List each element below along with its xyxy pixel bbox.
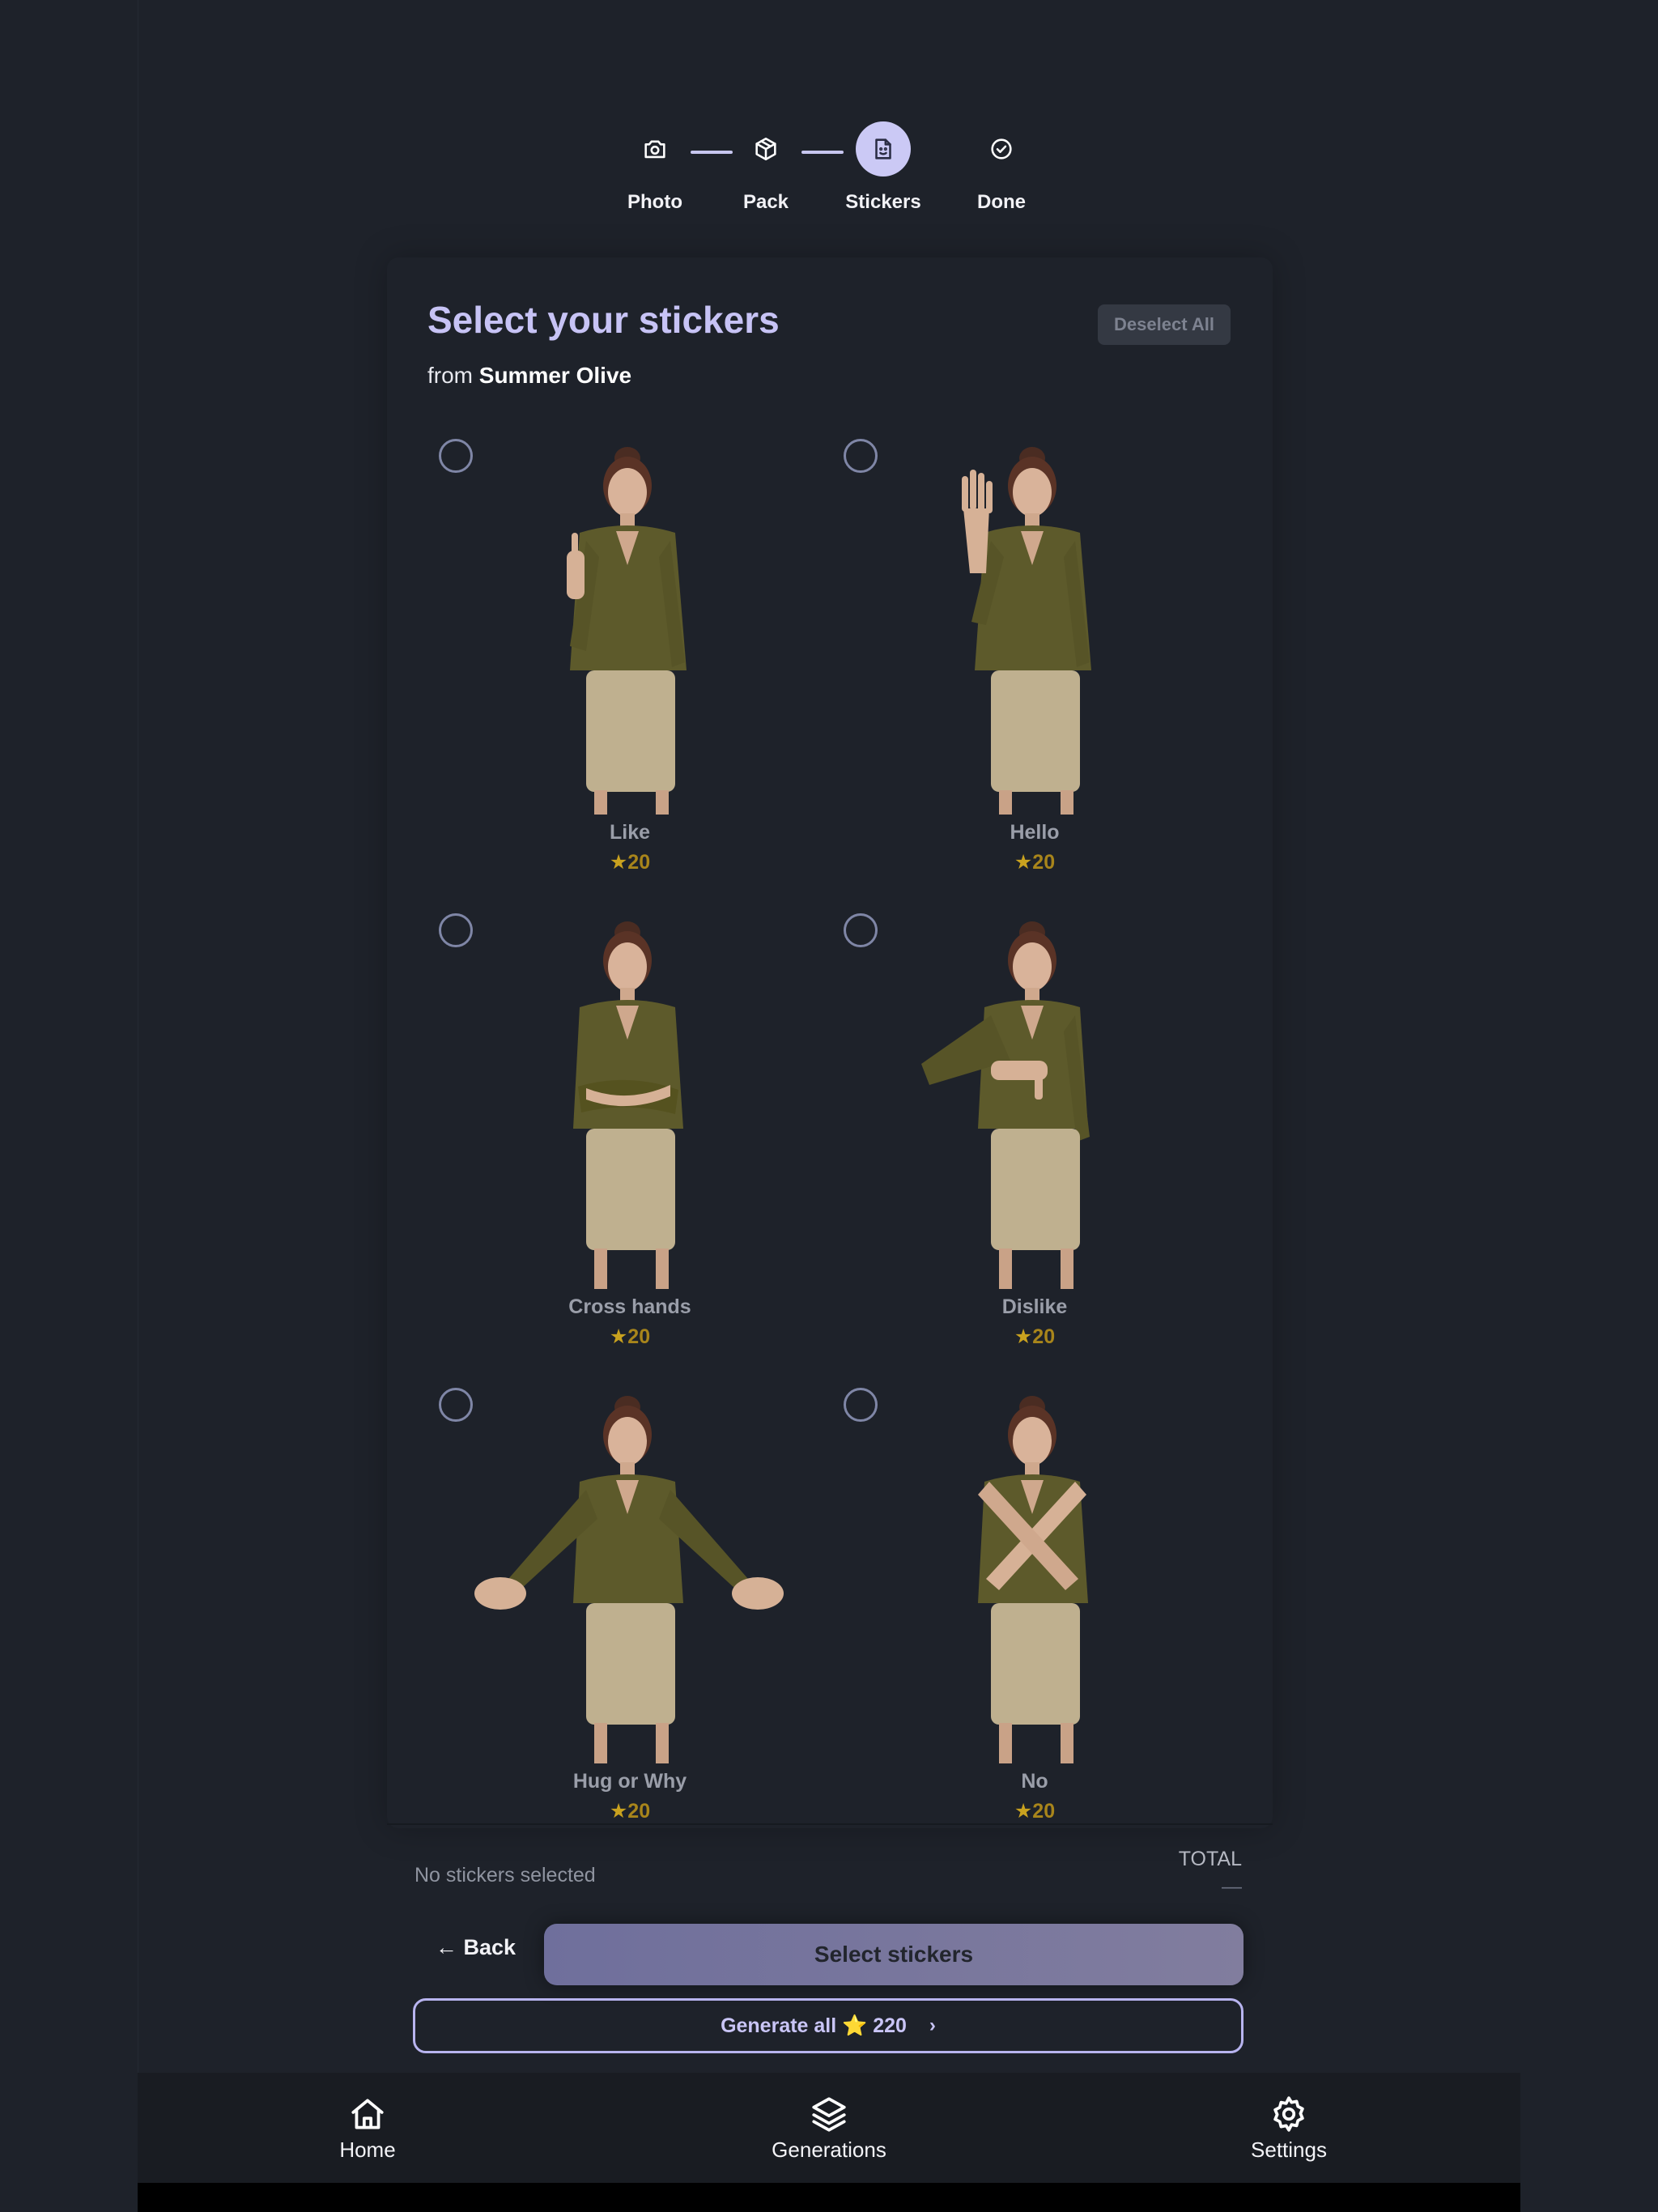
select-radio[interactable]	[844, 913, 878, 947]
star-icon: ★	[609, 1800, 628, 1823]
select-radio[interactable]	[844, 439, 878, 473]
nav-label: Settings	[1251, 2138, 1327, 2162]
sticker-price: ★20	[427, 1325, 832, 1349]
price-value: 20	[1032, 851, 1056, 874]
step-pack: Pack	[701, 121, 831, 214]
select-stickers-button[interactable]: Select stickers	[544, 1924, 1244, 1985]
generate-all-label: Generate all ⭐ 220	[721, 2014, 907, 2037]
camera-icon	[627, 121, 682, 177]
sticker-item[interactable]: Hello ★20	[832, 428, 1237, 881]
layers-icon	[812, 2097, 846, 2132]
step-label: Done	[977, 191, 1026, 213]
star-icon: ★	[1014, 851, 1033, 874]
select-radio[interactable]	[439, 439, 473, 473]
check-circle-icon	[974, 121, 1029, 177]
sticker-icon	[856, 121, 911, 177]
nav-label: Generations	[772, 2138, 886, 2162]
select-radio[interactable]	[439, 1388, 473, 1422]
price-value: 20	[1032, 1325, 1056, 1348]
sticker-image	[427, 902, 832, 1291]
sticker-price: ★20	[832, 1799, 1237, 1823]
select-radio[interactable]	[439, 913, 473, 947]
pack-subtitle: from Summer Olive	[427, 363, 631, 389]
sticker-price: ★20	[427, 850, 832, 874]
home-icon	[351, 2099, 384, 2129]
step-done: Done	[937, 121, 1066, 214]
subtitle-prefix: from	[427, 363, 473, 388]
sticker-name: No	[1021, 1770, 1048, 1793]
total-label: TOTAL	[1178, 1848, 1242, 1870]
star-icon: ★	[609, 851, 628, 874]
sticker-item[interactable]: Dislike ★20	[832, 902, 1237, 1355]
step-label: Pack	[742, 191, 789, 213]
gear-icon	[1273, 2096, 1304, 2132]
deselect-all-button[interactable]: Deselect All	[1098, 304, 1231, 345]
sticker-name: Hello	[1010, 821, 1060, 844]
generate-all-button[interactable]: Generate all ⭐ 220 ›	[413, 1998, 1244, 2053]
selection-summary: No stickers selected	[414, 1864, 596, 1887]
sticker-price: ★20	[427, 1799, 832, 1823]
step-label: Stickers	[845, 191, 921, 213]
sticker-name: Cross hands	[568, 1295, 691, 1318]
step-photo: Photo	[590, 121, 720, 214]
sticker-item[interactable]: Cross hands ★20	[427, 902, 832, 1355]
bottom-navigation: Home Generations Settings	[138, 2073, 1520, 2183]
page-title: Select your stickers	[427, 299, 780, 341]
sticker-image	[832, 428, 1237, 816]
nav-generations[interactable]: Generations	[724, 2094, 934, 2163]
sticker-name: Like	[609, 821, 651, 844]
sticker-name: Dislike	[1001, 1295, 1068, 1318]
star-icon: ★	[1014, 1800, 1033, 1823]
price-value: 20	[1032, 1800, 1056, 1823]
progress-stepper: Photo Pack Stickers Done	[0, 121, 1658, 219]
sticker-image	[427, 428, 832, 816]
step-stickers: Stickers	[818, 121, 948, 214]
sticker-image	[427, 1376, 832, 1765]
package-icon	[738, 121, 793, 177]
price-value: 20	[627, 1325, 651, 1348]
step-label: Photo	[627, 191, 682, 213]
chevron-right-icon: ›	[929, 2014, 936, 2036]
system-bar	[138, 2183, 1520, 2212]
sticker-price: ★20	[832, 1325, 1237, 1349]
sticker-name: Hug or Why	[572, 1770, 687, 1793]
select-radio[interactable]	[844, 1388, 878, 1422]
price-value: 20	[627, 851, 651, 874]
nav-label: Home	[339, 2138, 396, 2162]
sticker-item[interactable]: Hug or Why ★20	[427, 1376, 832, 1830]
back-button[interactable]: ← Back	[436, 1935, 516, 1976]
sticker-selection-card: Select your stickers from Summer Olive D…	[387, 257, 1273, 1828]
sticker-item[interactable]: No ★20	[832, 1376, 1237, 1830]
sticker-item[interactable]: Like ★20	[427, 428, 832, 881]
total-value: —	[1222, 1875, 1242, 1898]
price-value: 20	[627, 1800, 651, 1823]
sticker-price: ★20	[832, 850, 1237, 874]
sticker-image	[832, 1376, 1237, 1765]
star-icon: ★	[1014, 1325, 1033, 1348]
pack-name: Summer Olive	[478, 363, 632, 388]
sticker-image	[832, 902, 1237, 1291]
divider	[387, 1823, 1273, 1825]
nav-settings[interactable]: Settings	[1184, 2094, 1394, 2163]
star-icon: ★	[609, 1325, 628, 1348]
nav-home[interactable]: Home	[262, 2094, 473, 2163]
